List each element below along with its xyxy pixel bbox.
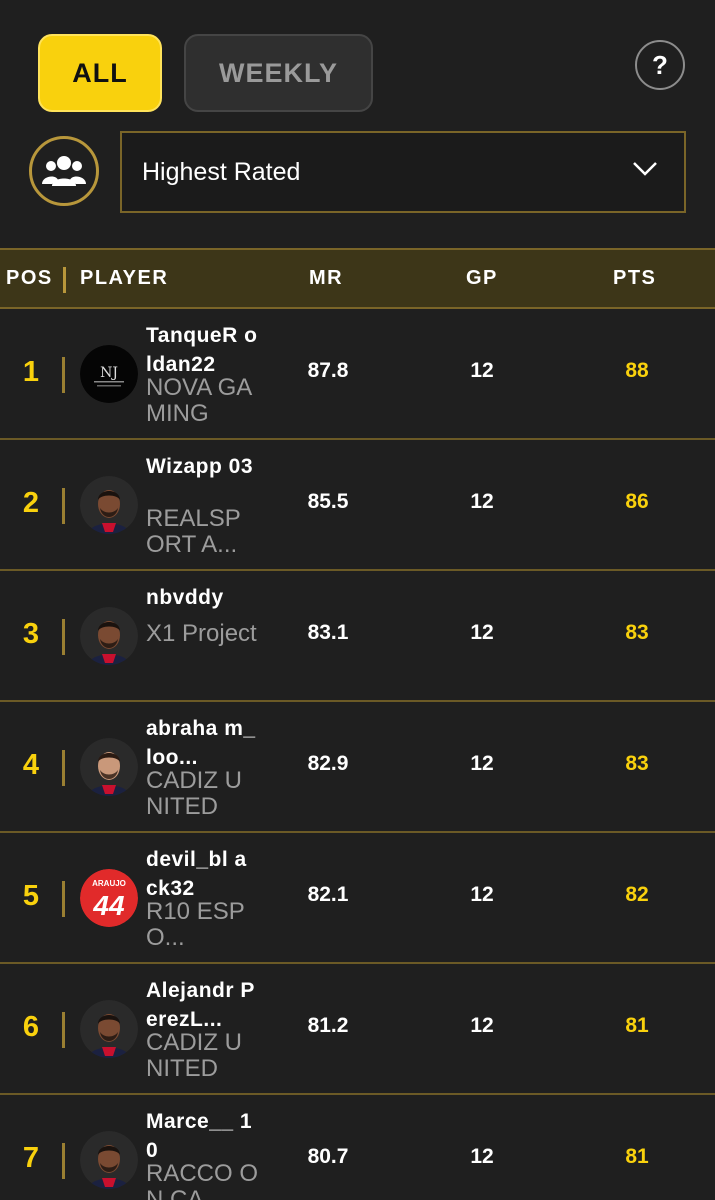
match-rating: 81.2 xyxy=(307,1014,349,1037)
player-name[interactable]: devil_bl ack32 xyxy=(146,845,258,903)
header-gp[interactable]: GP xyxy=(466,250,498,307)
header-mr[interactable]: MR xyxy=(309,250,343,307)
avatar[interactable] xyxy=(80,1000,138,1058)
player-club: CADIZ UNITED xyxy=(146,1029,242,1082)
match-rating: 82.1 xyxy=(307,883,349,906)
row-divider xyxy=(62,750,65,786)
svg-text:NJ: NJ xyxy=(100,365,118,381)
avatar[interactable] xyxy=(80,607,138,665)
points: 86 xyxy=(625,490,649,513)
player-name[interactable]: Alejandr PerezL... xyxy=(146,976,258,1034)
row-position: 6 xyxy=(22,1011,40,1043)
player-name[interactable]: nbvddy xyxy=(146,583,258,612)
games-played: 12 xyxy=(470,1014,494,1037)
row-position: 2 xyxy=(22,487,40,519)
row-divider xyxy=(62,357,65,393)
table-row[interactable]: 3 nbvddy X1 Project 83.1 12 83 xyxy=(0,571,715,702)
row-position: 1 xyxy=(22,356,40,388)
row-position: 4 xyxy=(22,749,40,781)
row-divider xyxy=(62,881,65,917)
jersey-number: 44 xyxy=(92,890,125,921)
points: 81 xyxy=(625,1145,649,1168)
points: 83 xyxy=(625,621,649,644)
player-club: X1 Project xyxy=(146,620,257,647)
avatar[interactable]: ARAUJO 44 xyxy=(80,869,138,927)
points: 81 xyxy=(625,1014,649,1037)
jersey-name: ARAUJO xyxy=(92,879,126,888)
chevron-down-icon xyxy=(633,162,657,176)
header-divider xyxy=(63,267,66,293)
table-row[interactable]: 6 Alejandr PerezL... CADIZ UNITED 81.2 12 81 xyxy=(0,964,715,1095)
row-divider xyxy=(62,1012,65,1048)
points: 82 xyxy=(625,883,649,906)
player-name[interactable]: abraha m_loo... xyxy=(146,714,258,772)
player-name[interactable]: Wizapp 03 xyxy=(146,452,258,481)
games-played: 12 xyxy=(470,1145,494,1168)
match-rating: 83.1 xyxy=(307,621,349,644)
games-played: 12 xyxy=(470,752,494,775)
row-divider xyxy=(62,1143,65,1179)
header-pts[interactable]: PTS xyxy=(613,250,656,307)
player-club: CADIZ UNITED xyxy=(146,767,242,820)
group-filter-button[interactable] xyxy=(29,136,99,206)
avatar[interactable] xyxy=(80,738,138,796)
help-icon: ? xyxy=(652,49,668,80)
match-rating: 87.8 xyxy=(307,359,349,382)
player-name[interactable]: TanqueR oldan22 xyxy=(146,321,258,379)
table-row[interactable]: 2 Wizapp 03 REALSP ORT A... 85.5 12 86 xyxy=(0,440,715,571)
table-row[interactable]: 5 ARAUJO 44 devil_bl ack32 R10 ESPO... 82.1 12… xyxy=(0,833,715,964)
points: 88 xyxy=(625,359,649,382)
tab-all[interactable]: ALL xyxy=(38,34,162,112)
games-played: 12 xyxy=(470,883,494,906)
header-pos[interactable]: POS xyxy=(6,250,53,307)
table-row[interactable]: 1 NJ TanqueR oldan22 NOVA GAMING 87.8 12 88 xyxy=(0,309,715,440)
row-divider xyxy=(62,488,65,524)
sort-dropdown[interactable]: Highest Rated xyxy=(120,131,686,213)
row-position: 5 xyxy=(22,880,40,912)
avatar[interactable]: NJ xyxy=(80,345,138,403)
match-rating: 80.7 xyxy=(307,1145,349,1168)
table-row[interactable]: 4 abraha m_loo... CADIZ UNITED 82.9 12 83 xyxy=(0,702,715,833)
player-club: RACCO ON CA... xyxy=(146,1160,259,1200)
games-played: 12 xyxy=(470,621,494,644)
points: 83 xyxy=(625,752,649,775)
match-rating: 82.9 xyxy=(307,752,349,775)
games-played: 12 xyxy=(470,490,494,513)
top-bar: ALL WEEKLY ? Highest Rated xyxy=(0,0,715,248)
avatar[interactable] xyxy=(80,476,138,534)
games-played: 12 xyxy=(470,359,494,382)
help-button[interactable]: ? xyxy=(635,40,685,90)
row-position: 7 xyxy=(22,1142,40,1174)
header-player[interactable]: PLAYER xyxy=(80,250,168,307)
player-name[interactable]: Marce__ 10 xyxy=(146,1107,258,1165)
table-row[interactable]: 7 Marce__ 10 RACCO ON CA... 80.7 12 81 xyxy=(0,1095,715,1200)
player-club: NOVA GAMING xyxy=(146,374,253,427)
group-icon xyxy=(42,156,86,186)
row-position: 3 xyxy=(22,618,40,650)
player-club: R10 ESPO... xyxy=(146,898,245,951)
avatar[interactable] xyxy=(80,1131,138,1189)
table-header: POS PLAYER MR GP PTS xyxy=(0,248,715,309)
player-club: REALSP ORT A... xyxy=(146,505,241,558)
sort-dropdown-value: Highest Rated xyxy=(142,157,301,186)
row-divider xyxy=(62,619,65,655)
tab-weekly[interactable]: WEEKLY xyxy=(184,34,373,112)
match-rating: 85.5 xyxy=(307,490,349,513)
